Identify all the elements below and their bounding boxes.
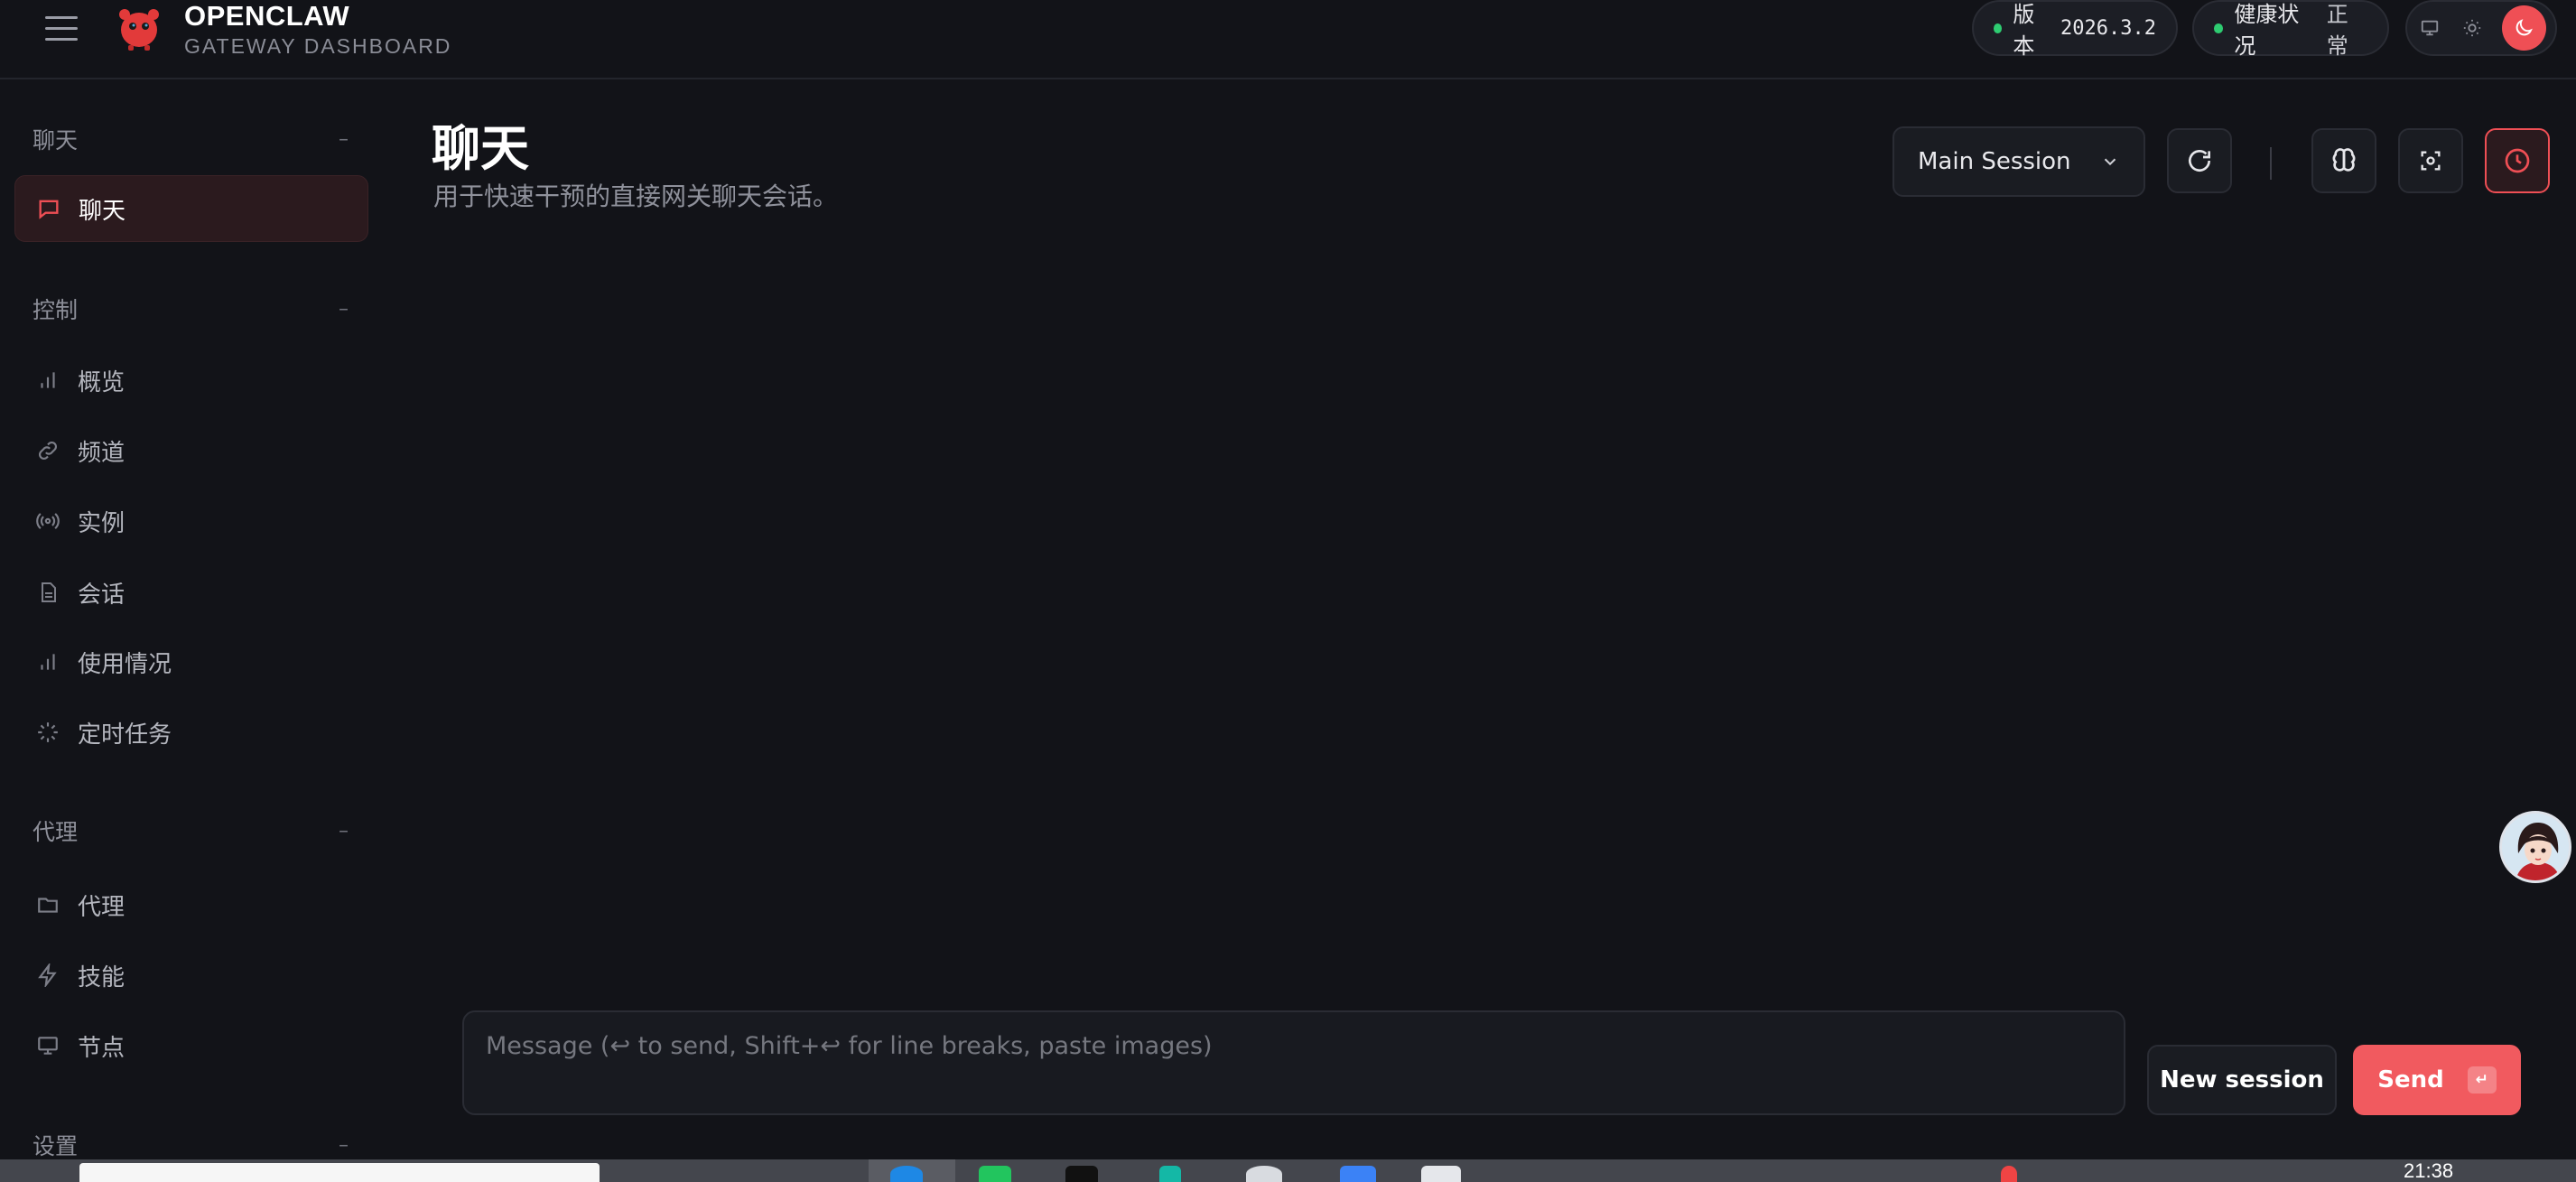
settings-app-icon[interactable] bbox=[1246, 1166, 1282, 1182]
page-subtitle: 用于快速干预的直接网关聊天会话。 bbox=[433, 181, 839, 211]
section-title: 控制 bbox=[33, 297, 79, 323]
page-title: 聊天 bbox=[432, 120, 529, 177]
session-select-value: Main Session bbox=[1918, 148, 2071, 175]
editor-app-icon[interactable] bbox=[1159, 1166, 1181, 1182]
sidebar-item-label: 代理 bbox=[78, 893, 126, 921]
version-value: 2026.3.2 bbox=[2060, 16, 2156, 40]
section-header-settings[interactable]: 设置 – bbox=[33, 1129, 349, 1161]
brain-icon bbox=[2332, 148, 2356, 172]
openclaw-logo bbox=[119, 9, 159, 51]
sidebar-item-overview[interactable]: 概览 bbox=[14, 347, 368, 414]
theme-switcher bbox=[2405, 0, 2557, 56]
collapse-icon[interactable]: – bbox=[339, 128, 349, 151]
sidebar-item-label: 节点 bbox=[78, 1034, 126, 1062]
moon-icon[interactable] bbox=[2501, 5, 2546, 51]
message-icon bbox=[35, 195, 62, 222]
monitor-icon bbox=[34, 1032, 61, 1059]
message-input[interactable]: Message (↩ to send, Shift+↩ for line bre… bbox=[462, 1010, 2125, 1115]
focus-icon bbox=[2421, 151, 2441, 171]
section-title: 代理 bbox=[33, 819, 79, 845]
new-session-label: New session bbox=[2160, 1066, 2324, 1094]
session-select[interactable]: Main Session bbox=[1892, 126, 2145, 197]
sidebar-item-label: 会话 bbox=[78, 581, 126, 609]
sidebar-item-chat[interactable]: 聊天 bbox=[14, 175, 368, 242]
terminal-app-icon[interactable] bbox=[1065, 1166, 1098, 1182]
status-dot-icon bbox=[1994, 23, 2003, 33]
taskbar-clock: 21:38 bbox=[2404, 1159, 2454, 1182]
monitor-theme-icon[interactable] bbox=[2416, 14, 2442, 42]
file-icon bbox=[34, 579, 61, 606]
collapse-icon[interactable]: – bbox=[339, 298, 349, 321]
clock-icon bbox=[2505, 148, 2530, 173]
sidebar-item-sessions[interactable]: 会话 bbox=[14, 559, 368, 626]
menu-icon[interactable] bbox=[45, 16, 78, 43]
zap-icon bbox=[34, 962, 61, 989]
sidebar-item-channels[interactable]: 频道 bbox=[14, 417, 368, 484]
app-window: OPENCLAW GATEWAY DASHBOARD 版本 2026.3.2 健… bbox=[0, 0, 2576, 1182]
sidebar-item-skills[interactable]: 技能 bbox=[14, 942, 368, 1009]
brand-subtitle: GATEWAY DASHBOARD bbox=[184, 34, 452, 58]
files-app-icon[interactable] bbox=[1421, 1166, 1461, 1182]
chevron-down-icon bbox=[2104, 158, 2116, 166]
top-bar: OPENCLAW GATEWAY DASHBOARD 版本 2026.3.2 健… bbox=[0, 0, 2576, 79]
sun-icon[interactable] bbox=[2459, 14, 2485, 42]
sidebar-item-label: 定时任务 bbox=[78, 721, 172, 749]
collapse-icon[interactable]: – bbox=[339, 1134, 349, 1157]
new-session-button[interactable]: New session bbox=[2147, 1045, 2337, 1115]
send-label: Send bbox=[2377, 1066, 2444, 1094]
section-header-control[interactable]: 控制 – bbox=[33, 293, 349, 325]
sidebar-item-label: 概览 bbox=[78, 368, 126, 396]
sidebar-item-label: 使用情况 bbox=[78, 650, 172, 678]
sidebar-item-label: 频道 bbox=[78, 439, 126, 467]
collapse-icon[interactable]: – bbox=[339, 820, 349, 842]
sidebar-item-label: 实例 bbox=[78, 509, 126, 537]
os-taskbar: 21:38 bbox=[0, 1159, 2576, 1182]
sidebar-item-instances[interactable]: 实例 bbox=[14, 488, 368, 554]
thinking-toggle-button[interactable] bbox=[2311, 128, 2376, 193]
sidebar-item-usage[interactable]: 使用情况 bbox=[14, 628, 368, 695]
sidebar-item-label: 聊天 bbox=[79, 197, 126, 225]
loader-icon bbox=[34, 719, 61, 746]
focus-mode-button[interactable] bbox=[2398, 128, 2463, 193]
section-title: 聊天 bbox=[33, 127, 79, 154]
version-label: 版本 bbox=[2013, 2, 2035, 59]
sidebar-item-nodes[interactable]: 节点 bbox=[14, 1012, 368, 1079]
link-icon bbox=[34, 437, 61, 464]
assistant-avatar[interactable] bbox=[2499, 811, 2571, 883]
folder-icon bbox=[34, 891, 61, 918]
brand-title: OPENCLAW bbox=[184, 0, 350, 32]
health-value: 正常 bbox=[2326, 2, 2348, 59]
sidebar: 聊天 – 聊天 控制 – 概览 频道 实例 会话 使用情况 定时任务 代理 – … bbox=[0, 81, 379, 1159]
send-button[interactable]: Send ↵ bbox=[2353, 1045, 2521, 1115]
bar-chart-icon bbox=[34, 367, 61, 394]
status-dot-icon bbox=[2214, 23, 2224, 33]
mail-app-icon[interactable] bbox=[1340, 1166, 1376, 1182]
sidebar-item-agents[interactable]: 代理 bbox=[14, 871, 368, 938]
radio-icon bbox=[34, 507, 61, 535]
sidebar-item-label: 技能 bbox=[78, 963, 126, 991]
history-button[interactable] bbox=[2485, 128, 2550, 193]
sidebar-item-cron[interactable]: 定时任务 bbox=[14, 699, 368, 766]
section-header-chat[interactable]: 聊天 – bbox=[33, 123, 349, 155]
health-badge: 健康状况 正常 bbox=[2192, 0, 2389, 59]
message-input-placeholder: Message (↩ to send, Shift+↩ for line bre… bbox=[486, 1032, 1213, 1060]
enter-key-icon: ↵ bbox=[2467, 1066, 2497, 1094]
health-label: 健康状况 bbox=[2234, 2, 2300, 59]
browser-icon[interactable] bbox=[890, 1166, 923, 1182]
taskbar-search-box[interactable] bbox=[79, 1163, 600, 1182]
section-header-agents[interactable]: 代理 – bbox=[33, 814, 349, 847]
toolbar-divider bbox=[2270, 147, 2272, 180]
refresh-button[interactable] bbox=[2167, 128, 2232, 193]
version-badge: 版本 2026.3.2 bbox=[1972, 0, 2178, 59]
chat-app-icon[interactable] bbox=[979, 1166, 1011, 1182]
section-title: 设置 bbox=[33, 1133, 79, 1159]
bar-chart-icon bbox=[34, 648, 61, 675]
notification-icon[interactable] bbox=[2001, 1166, 2017, 1182]
refresh-icon bbox=[2189, 150, 2210, 172]
